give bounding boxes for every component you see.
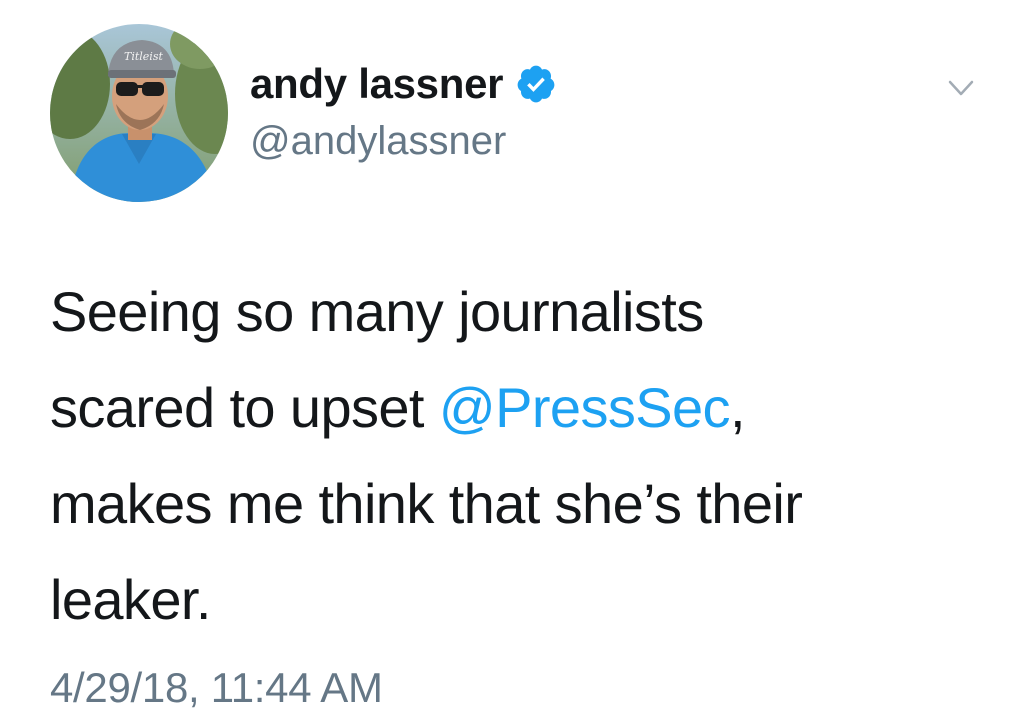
avatar[interactable]: Titleist: [50, 24, 228, 202]
tweet-text-line-3: makes me think that she’s their: [50, 472, 803, 535]
tweet-text: Seeing so many journalists scared to ups…: [50, 264, 990, 648]
tweet-text-segment: ,: [729, 376, 746, 439]
tweet-text-line-4: leaker.: [50, 568, 211, 631]
chevron-down-icon[interactable]: [946, 76, 976, 100]
verified-badge-icon: [515, 63, 557, 105]
author-display-name[interactable]: andy lassner: [250, 58, 504, 110]
mention-link[interactable]: @PressSec: [439, 376, 731, 439]
tweet-text-line-2: scared to upset @PressSec,: [50, 360, 990, 456]
tweet-text-line-1: Seeing so many journalists: [50, 280, 704, 343]
author-handle[interactable]: @andylassner: [250, 116, 506, 166]
author-name-row: andy lassner: [250, 58, 557, 110]
tweet-card: Titleist andy lassner @andylassner Seein…: [0, 0, 1024, 722]
svg-text:Titleist: Titleist: [124, 50, 163, 63]
avatar-photo: Titleist: [50, 24, 228, 202]
tweet-timestamp[interactable]: 4/29/18, 11:44 AM: [50, 660, 383, 716]
tweet-text-segment: scared to upset: [50, 376, 439, 439]
